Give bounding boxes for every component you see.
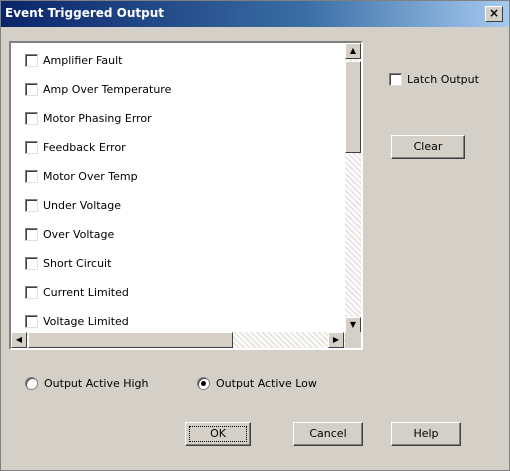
list-item[interactable]: Feedback Error <box>25 138 126 156</box>
list-item-checkbox[interactable] <box>25 314 38 328</box>
list-item[interactable]: Amp Over Temperature <box>25 80 171 98</box>
arrow-down-icon: ▼ <box>349 320 357 329</box>
latch-output-label: Latch Output <box>407 73 479 86</box>
list-item-checkbox[interactable] <box>25 169 38 183</box>
output-active-high-label: Output Active High <box>44 377 149 390</box>
scroll-right-button[interactable]: ▶ <box>328 332 344 348</box>
list-item-checkbox[interactable] <box>25 198 38 212</box>
help-button[interactable]: Help <box>391 422 461 446</box>
list-item[interactable]: Amplifier Fault <box>25 51 122 69</box>
horizontal-scroll-thumb[interactable] <box>28 332 233 348</box>
list-item-checkbox[interactable] <box>25 111 38 125</box>
ok-button[interactable]: OK <box>185 422 251 446</box>
arrow-up-icon: ▲ <box>349 46 357 55</box>
output-active-low-label: Output Active Low <box>216 377 317 390</box>
list-item-label: Current Limited <box>43 285 129 299</box>
window-title: Event Triggered Output <box>5 6 165 20</box>
list-item-label: Over Voltage <box>43 227 115 241</box>
close-button[interactable]: × <box>485 6 503 22</box>
list-item-checkbox[interactable] <box>25 285 38 299</box>
horizontal-scrollbar[interactable]: ◀ ▶ <box>11 332 345 348</box>
list-item[interactable]: Voltage Limited <box>25 312 129 330</box>
output-active-low-radio[interactable]: Output Active Low <box>197 377 317 390</box>
list-item-label: Under Voltage <box>43 198 122 212</box>
list-item[interactable]: Current Limited <box>25 283 129 301</box>
event-list[interactable]: Amplifier Fault Amp Over Temperature Motor… <box>9 41 363 350</box>
vertical-scroll-thumb[interactable] <box>345 61 361 153</box>
vertical-scrollbar[interactable]: ▲ ▼ <box>345 43 361 333</box>
list-item-label: Motor Over Temp <box>43 169 138 183</box>
list-item-label: Amplifier Fault <box>43 53 123 67</box>
list-item-label: Short Circuit <box>43 256 112 270</box>
latch-output-checkbox[interactable]: Latch Output <box>389 73 479 86</box>
scroll-up-button[interactable]: ▲ <box>345 43 361 59</box>
title-bar[interactable]: Event Triggered Output × <box>1 1 509 27</box>
list-item-checkbox[interactable] <box>25 53 38 67</box>
output-active-high-radio[interactable]: Output Active High <box>25 377 149 390</box>
arrow-right-icon: ▶ <box>332 335 340 344</box>
clear-button[interactable]: Clear <box>391 135 465 159</box>
list-item-checkbox[interactable] <box>25 82 38 96</box>
list-item-label: Feedback Error <box>43 140 126 154</box>
list-item[interactable]: Short Circuit <box>25 254 111 272</box>
list-item[interactable]: Over Voltage <box>25 225 114 243</box>
output-active-low-dot[interactable] <box>197 377 210 390</box>
arrow-left-icon: ◀ <box>15 335 23 344</box>
cancel-button[interactable]: Cancel <box>293 422 363 446</box>
list-item-checkbox[interactable] <box>25 140 38 154</box>
list-item-label: Voltage Limited <box>43 314 129 328</box>
list-item[interactable]: Motor Over Temp <box>25 167 138 185</box>
latch-output-box[interactable] <box>389 73 402 86</box>
list-item[interactable]: Motor Phasing Error <box>25 109 152 127</box>
event-triggered-output-dialog: Event Triggered Output × Amplifier Fault… <box>0 0 510 471</box>
list-item-label: Amp Over Temperature <box>43 82 172 96</box>
scroll-down-button[interactable]: ▼ <box>345 317 361 333</box>
close-icon: × <box>488 6 500 20</box>
list-item-label: Motor Phasing Error <box>43 111 152 125</box>
list-item-checkbox[interactable] <box>25 227 38 241</box>
event-list-items: Amplifier Fault Amp Over Temperature Motor… <box>11 43 345 333</box>
output-active-high-dot[interactable] <box>25 377 38 390</box>
scrollbar-corner <box>345 332 361 348</box>
scroll-left-button[interactable]: ◀ <box>11 332 27 348</box>
list-item-checkbox[interactable] <box>25 256 38 270</box>
list-item[interactable]: Under Voltage <box>25 196 121 214</box>
